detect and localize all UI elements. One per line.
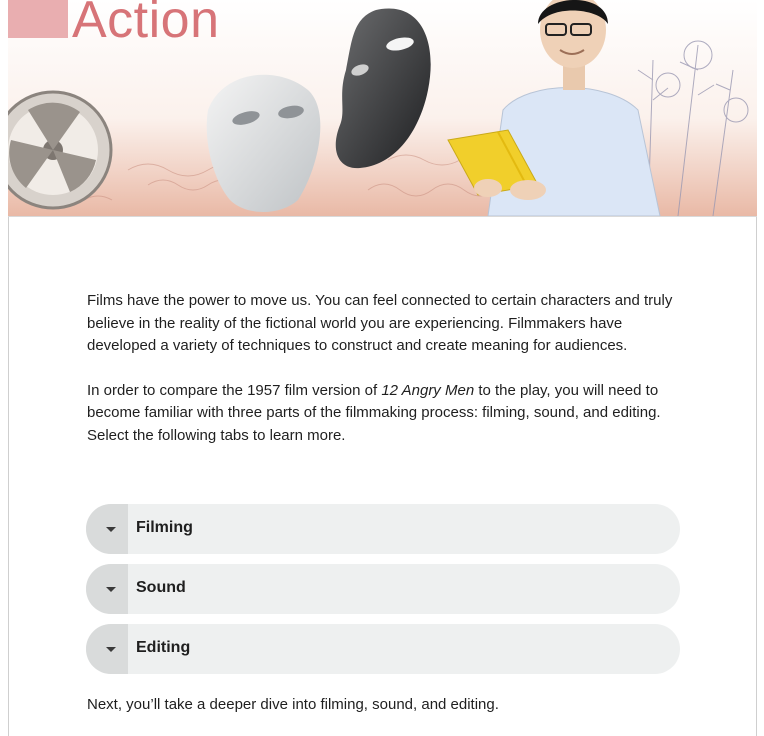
accordion-item-editing[interactable]: Editing — [86, 624, 680, 674]
film-title: 12 Angry Men — [381, 381, 475, 399]
title-accent-block — [8, 0, 68, 38]
film-reel-icon — [8, 90, 113, 210]
accordion-item-sound[interactable]: Sound — [86, 564, 680, 614]
accordion-toggle[interactable] — [86, 504, 128, 554]
accordion-label: Sound — [136, 579, 186, 596]
intro-text: Films have the power to move us. You can… — [87, 290, 687, 447]
intro-paragraph-2: In order to compare the 1957 film versio… — [87, 380, 687, 448]
chevron-down-icon — [106, 647, 116, 652]
page-title: Action — [72, 0, 220, 49]
chevron-down-icon — [106, 527, 116, 532]
accordion-label: Filming — [136, 519, 193, 536]
header-banner: Action — [8, 0, 757, 217]
accordion-label: Editing — [136, 639, 191, 656]
accordion-toggle[interactable] — [86, 624, 128, 674]
intro-paragraph-2-start: In order to compare the 1957 film versio… — [87, 381, 382, 399]
accordion-item-filming[interactable]: Filming — [86, 504, 680, 554]
chevron-down-icon — [106, 587, 116, 592]
intro-paragraph-1: Films have the power to move us. You can… — [87, 292, 673, 354]
accordion-toggle[interactable] — [86, 564, 128, 614]
closing-text: Next, you’ll take a deeper dive into fil… — [87, 696, 499, 713]
accordion: Filming Sound Editing — [86, 504, 680, 684]
